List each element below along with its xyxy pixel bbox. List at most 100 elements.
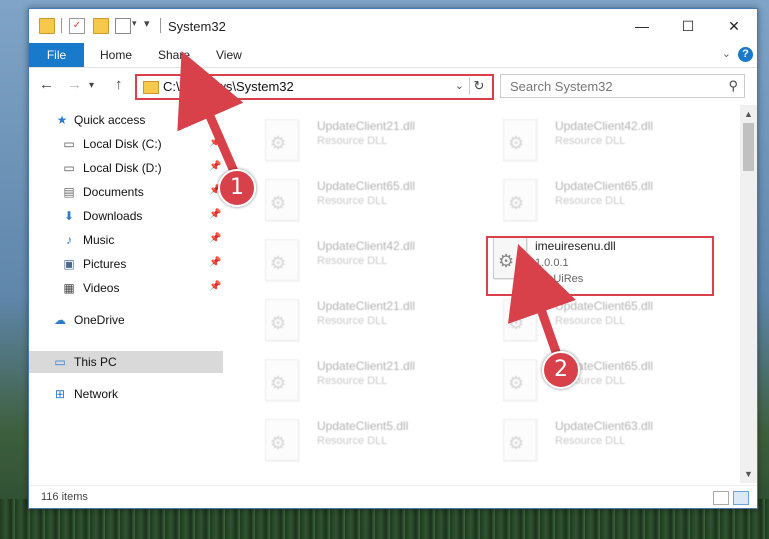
- minimize-button[interactable]: —: [619, 9, 665, 43]
- file-name: UpdateClient21.dll: [317, 359, 416, 373]
- expand-ribbon-icon[interactable]: ⌄: [722, 47, 731, 60]
- status-bar: 116 items: [29, 485, 757, 508]
- scroll-up-icon[interactable]: ▲: [740, 109, 757, 119]
- list-item[interactable]: ⚙ UpdateClient65.dll Resource DLL: [487, 293, 717, 349]
- chevron-down-icon[interactable]: ⌄: [455, 79, 464, 92]
- folder-icon: [39, 18, 55, 34]
- vertical-scrollbar[interactable]: ▲ ▼: [740, 105, 757, 483]
- dll-file-icon: ⚙: [265, 239, 299, 281]
- dll-file-icon: ⚙: [503, 119, 537, 161]
- file-explorer-window: ✓ ▾ ▾ System32 — ☐ ✕ File Home Share Vie…: [28, 8, 758, 509]
- sidebar-item-local-disk-d[interactable]: ▭ Local Disk (D:) 📌: [29, 157, 223, 179]
- customize-toolbar-icon[interactable]: [115, 18, 131, 34]
- large-icons-view-icon[interactable]: [733, 491, 749, 505]
- search-icon[interactable]: ⚲: [728, 78, 738, 94]
- music-icon: ♪: [66, 233, 72, 247]
- sidebar-item-documents[interactable]: ▤ Documents 📌: [29, 181, 223, 203]
- file-name: UpdateClient63.dll: [555, 419, 654, 433]
- tab-share[interactable]: Share: [158, 43, 190, 67]
- properties-icon[interactable]: ✓: [69, 18, 85, 34]
- cloud-icon: ☁: [54, 313, 66, 327]
- dll-file-icon: ⚙: [503, 359, 537, 401]
- pin-icon: 📌: [209, 161, 222, 172]
- tab-home[interactable]: Home: [100, 43, 132, 67]
- dll-file-icon: ⚙: [265, 119, 299, 161]
- file-list: ⚙ UpdateClient21.dll Resource DLL ⚙ Upda…: [229, 105, 739, 479]
- tab-view[interactable]: View: [216, 43, 242, 67]
- list-item[interactable]: ⚙ UpdateClient65.dll Resource DLL: [487, 353, 717, 409]
- annotation-step-1: 1: [218, 169, 256, 207]
- sidebar-item-quick-access[interactable]: ★ Quick access: [29, 109, 223, 131]
- dll-file-icon: ⚙: [265, 179, 299, 221]
- sidebar-item-local-disk-c[interactable]: ▭ Local Disk (C:) 📌: [29, 133, 223, 155]
- sidebar-item-label: Downloads: [83, 209, 143, 223]
- dll-file-icon: ⚙: [503, 419, 537, 461]
- tab-file[interactable]: File: [29, 43, 84, 67]
- list-item[interactable]: ⚙ UpdateClient65.dll Resource DLL: [487, 173, 717, 229]
- sidebar-item-downloads[interactable]: ⬇ Downloads 📌: [29, 205, 223, 227]
- list-item[interactable]: ⚙ UpdateClient21.dll Resource DLL: [249, 293, 479, 349]
- search-box[interactable]: Search System32 ⚲: [500, 74, 745, 98]
- list-item[interactable]: ⚙ UpdateClient5.dll Resource DLL: [249, 413, 479, 469]
- help-button[interactable]: ?: [738, 47, 753, 62]
- file-name: UpdateClient65.dll: [555, 299, 654, 313]
- navigation-bar: ← → ▾ ↑ C:\Windows\System32 ⌄ ↻ Search S…: [29, 68, 757, 102]
- star-icon: ★: [56, 113, 68, 127]
- ribbon-tabs: File Home Share View ⌄ ?: [29, 43, 757, 68]
- divider: [61, 18, 62, 33]
- scroll-thumb[interactable]: [743, 123, 754, 171]
- dll-file-icon: ⚙: [503, 179, 537, 221]
- pin-icon: 📌: [209, 257, 222, 268]
- list-item[interactable]: ⚙ UpdateClient42.dll Resource DLL: [249, 233, 479, 289]
- file-name: UpdateClient21.dll: [317, 119, 416, 133]
- file-type: Resource DLL: [555, 135, 626, 147]
- file-type: Resource DLL: [317, 195, 388, 207]
- dll-file-icon: ⚙: [265, 299, 299, 341]
- file-name: UpdateClient21.dll: [317, 299, 416, 313]
- list-item[interactable]: ⚙ UpdateClient21.dll Resource DLL: [249, 113, 479, 169]
- address-bar[interactable]: C:\Windows\System32 ⌄ ↻: [135, 74, 494, 100]
- maximize-button[interactable]: ☐: [665, 9, 711, 43]
- sidebar-item-music[interactable]: ♪ Music 📌: [29, 229, 223, 251]
- sidebar-item-onedrive[interactable]: ☁ OneDrive: [29, 309, 223, 331]
- address-path[interactable]: C:\Windows\System32: [163, 79, 294, 94]
- sidebar-item-label: Quick access: [74, 113, 146, 127]
- sidebar-item-videos[interactable]: ▦ Videos 📌: [29, 277, 223, 299]
- chevron-down-icon[interactable]: ▾: [132, 18, 137, 29]
- forward-arrow-icon[interactable]: →: [67, 76, 82, 93]
- file-type: Resource DLL: [555, 195, 626, 207]
- sidebar-item-this-pc[interactable]: ▭ This PC: [29, 351, 223, 373]
- back-arrow-icon[interactable]: ←: [39, 76, 54, 93]
- list-item[interactable]: ⚙ UpdateClient63.dll Resource DLL: [487, 413, 717, 469]
- navigation-pane: ★ Quick access ▭ Local Disk (C:) 📌 ▭ Loc…: [29, 105, 223, 475]
- details-view-icon[interactable]: [713, 491, 729, 505]
- annotation-step-2: 2: [542, 351, 580, 389]
- file-type: Resource DLL: [317, 315, 388, 327]
- scroll-down-icon[interactable]: ▼: [740, 469, 757, 479]
- file-name: UpdateClient42.dll: [317, 239, 416, 253]
- divider: [160, 18, 161, 33]
- sidebar-item-label: Local Disk (C:): [83, 137, 162, 151]
- file-type: Resource DLL: [317, 255, 388, 267]
- pin-icon: 📌: [209, 233, 222, 244]
- videos-icon: ▦: [63, 281, 75, 295]
- sidebar-item-pictures[interactable]: ▣ Pictures 📌: [29, 253, 223, 275]
- refresh-icon[interactable]: ↻: [469, 77, 488, 95]
- dll-file-icon: ⚙: [265, 419, 299, 461]
- sidebar-item-label: Music: [83, 233, 115, 247]
- new-folder-icon[interactable]: [93, 18, 109, 34]
- customize-quick-access-icon[interactable]: ▾: [144, 17, 150, 30]
- close-button[interactable]: ✕: [711, 9, 757, 43]
- file-type: Resource DLL: [555, 435, 626, 447]
- file-type: Resource DLL: [317, 135, 388, 147]
- search-input[interactable]: Search System32: [510, 79, 613, 94]
- sidebar-item-network[interactable]: ⊞ Network: [29, 383, 223, 405]
- file-name: UpdateClient5.dll: [317, 419, 409, 433]
- file-name: UpdateClient65.dll: [555, 179, 654, 193]
- list-item[interactable]: ⚙ UpdateClient42.dll Resource DLL: [487, 113, 717, 169]
- list-item[interactable]: ⚙ UpdateClient21.dll Resource DLL: [249, 353, 479, 409]
- list-item[interactable]: ⚙ UpdateClient65.dll Resource DLL: [249, 173, 479, 229]
- up-arrow-icon[interactable]: ↑: [115, 76, 123, 93]
- recent-locations-icon[interactable]: ▾: [89, 80, 94, 91]
- sidebar-item-label: OneDrive: [74, 313, 125, 327]
